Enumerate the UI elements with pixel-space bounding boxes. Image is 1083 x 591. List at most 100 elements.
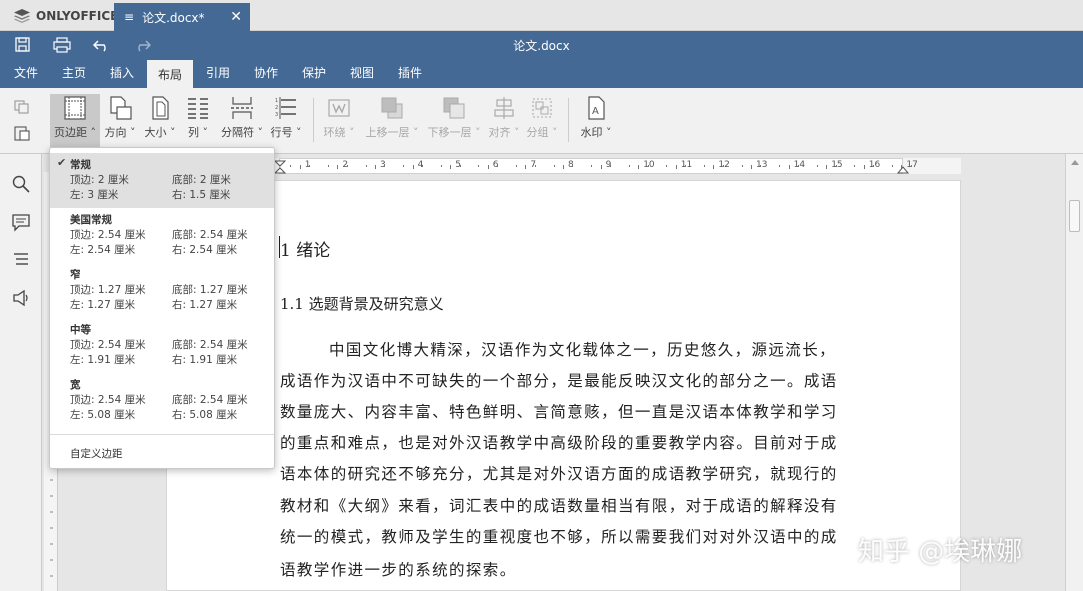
- ruler-tick: [638, 165, 640, 169]
- ruler-tick: [628, 165, 630, 167]
- layout-toolbar: 页边距 ˄ 方向 ˅ 大小 ˅ 列 ˅ 分隔符 ˅ 1 2 3 行号 ˅ 环绕 …: [0, 88, 1083, 154]
- paragraph-line[interactable]: 语本体的研究还不够充分，尤其是对外汉语方面的成语教学研究，就现行的: [280, 462, 838, 484]
- option-name: 中等: [70, 324, 91, 336]
- right-indent-marker-icon[interactable]: [897, 160, 909, 174]
- brand-logo[interactable]: ONLYOFFICE: [14, 9, 118, 23]
- paragraph-line[interactable]: 成语作为汉语中不可缺失的一个部分，是最能反映汉文化的部分之一。成语: [280, 369, 838, 391]
- ruler-number: 15: [831, 160, 843, 170]
- chevron-down-icon: ˅: [345, 126, 355, 139]
- option-top: 顶边: 1.27 厘米: [70, 284, 146, 296]
- custom-margins-item[interactable]: 自定义边距: [70, 446, 123, 461]
- paste-icon[interactable]: [14, 125, 30, 141]
- margin-option-narrow[interactable]: 窄 顶边: 1.27 厘米 底部: 1.27 厘米 左: 1.27 厘米 右: …: [50, 263, 274, 318]
- wrap-button[interactable]: 环绕 ˅: [320, 94, 358, 148]
- menu-protection[interactable]: 保护: [292, 60, 336, 88]
- vertical-scrollbar[interactable]: [1065, 154, 1083, 591]
- bring-forward-button[interactable]: 上移一层 ˅: [362, 94, 422, 148]
- navigation-icon[interactable]: [11, 250, 31, 270]
- ruler-tick: [440, 165, 442, 167]
- chevron-down-icon: ˅: [199, 126, 208, 139]
- heading-1[interactable]: 1 绪论: [280, 236, 330, 261]
- toolbar-separator: [568, 98, 569, 142]
- ruler-tick: [713, 165, 715, 169]
- group-button[interactable]: 分组 ˅: [526, 94, 558, 148]
- menu-references[interactable]: 引用: [196, 60, 240, 88]
- svg-text:3: 3: [275, 112, 278, 118]
- size-label: 大小: [144, 126, 167, 139]
- paragraph-line[interactable]: 教材和《大纲》来看，词汇表中的成语数量相当有限，对于成语的解释没有: [280, 494, 838, 516]
- option-right: 右: 5.08 厘米: [172, 409, 238, 421]
- option-bottom: 底部: 2.54 厘米: [172, 339, 248, 351]
- paragraph-line[interactable]: 的重点和难点，也是对外汉语教学中高级阶段的重要教学内容。目前对于成: [280, 431, 838, 453]
- ruler-tick: [685, 165, 687, 167]
- option-name: 常规: [70, 159, 91, 171]
- breaks-button[interactable]: 分隔符 ˅: [218, 94, 266, 148]
- paragraph-line[interactable]: 中国文化博大精深，汉语作为文化载体之一，历史悠久，源远流长，: [329, 338, 836, 360]
- option-left: 左: 1.91 厘米: [70, 354, 136, 366]
- menu-insert[interactable]: 插入: [100, 60, 144, 88]
- checkmark-icon: ✔: [57, 156, 67, 169]
- ruler-tick: [666, 165, 668, 167]
- svg-text:A: A: [592, 106, 599, 117]
- chevron-down-icon: ˅: [471, 126, 481, 139]
- ruler-tick: [487, 165, 489, 169]
- bring-forward-label: 上移一层: [365, 126, 410, 139]
- ruler-tick: [412, 165, 414, 169]
- document-title: 论文.docx: [513, 39, 570, 53]
- columns-label: 列: [188, 126, 199, 139]
- ruler-tick: [365, 165, 367, 167]
- watermark-label: 水印: [580, 126, 603, 139]
- bring-forward-icon: [381, 97, 403, 119]
- orientation-button[interactable]: 方向 ˅: [103, 94, 137, 148]
- margin-option-normal[interactable]: ✔ 常规 顶边: 2 厘米 底部: 2 厘米 左: 3 厘米 右: 1.5 厘米: [50, 153, 274, 208]
- paragraph-line[interactable]: 语教学作进一步的系统的探索。: [280, 558, 517, 580]
- margins-button[interactable]: 页边距 ˄: [50, 94, 100, 148]
- close-tab-icon[interactable]: ✕: [230, 9, 242, 25]
- margin-option-wide[interactable]: 宽 顶边: 2.54 厘米 底部: 2.54 厘米 左: 5.08 厘米 右: …: [50, 373, 274, 428]
- document-tab[interactable]: ≡ 论文.docx* ✕: [114, 3, 250, 31]
- feedback-icon[interactable]: [11, 288, 31, 308]
- scroll-up-icon[interactable]: [1070, 158, 1080, 166]
- ruler-tick: [863, 165, 865, 169]
- heading-2[interactable]: 1.1 选题背景及研究意义: [280, 293, 444, 314]
- ruler-tick: [816, 165, 818, 167]
- svg-text:1: 1: [275, 98, 278, 104]
- left-indent-marker-icon[interactable]: [274, 160, 286, 174]
- orientation-icon: [110, 96, 132, 120]
- left-panel: [0, 154, 42, 591]
- line-numbers-label: 行号: [270, 126, 293, 139]
- watermark-button[interactable]: A 水印 ˅: [577, 94, 615, 148]
- ruler-tick: [346, 165, 348, 167]
- option-left: 左: 5.08 厘米: [70, 409, 136, 421]
- menu-layout[interactable]: 布局: [147, 60, 193, 88]
- margin-option-moderate[interactable]: 中等 顶边: 2.54 厘米 底部: 2.54 厘米 左: 1.91 厘米 右:…: [50, 318, 274, 373]
- option-name: 宽: [70, 379, 81, 391]
- chevron-down-icon: ˅: [166, 126, 176, 139]
- columns-button[interactable]: 列 ˅: [183, 94, 213, 148]
- menu-home[interactable]: 主页: [52, 60, 96, 88]
- ruler-tick: [760, 165, 762, 167]
- ruler-tick: [873, 165, 875, 167]
- paragraph-line[interactable]: 数量庞大、内容丰富、特色鲜明、言简意赅，但一直是汉语本体教学和学习: [280, 400, 838, 422]
- line-numbers-icon: 123: [275, 97, 296, 119]
- paragraph-line[interactable]: 统一的模式，教师及学生的重视度也不够，所以需要我们对对外汉语中的成: [280, 525, 838, 547]
- menu-view[interactable]: 视图: [340, 60, 384, 88]
- menu-collaboration[interactable]: 协作: [244, 60, 288, 88]
- option-left: 左: 3 厘米: [70, 189, 119, 201]
- margin-option-us-normal[interactable]: 美国常规 顶边: 2.54 厘米 底部: 2.54 厘米 左: 2.54 厘米 …: [50, 208, 274, 263]
- search-icon[interactable]: [11, 174, 31, 194]
- menu-plugins[interactable]: 插件: [388, 60, 432, 88]
- comments-icon[interactable]: [11, 212, 31, 232]
- size-button[interactable]: 大小 ˅: [143, 94, 177, 148]
- send-backward-button[interactable]: 下移一层 ˅: [425, 94, 483, 148]
- ruler-tick: [779, 165, 781, 167]
- line-numbers-button[interactable]: 123 行号 ˅: [269, 94, 303, 148]
- send-backward-label: 下移一层: [427, 126, 472, 139]
- app-window: ONLYOFFICE ≡ 论文.docx* ✕ 论文.docx 文件 主页 插入…: [0, 0, 1083, 591]
- site-watermark: 知乎 @埃琳娜: [858, 537, 1023, 567]
- copy-icon[interactable]: [14, 100, 30, 114]
- scrollbar-thumb[interactable]: [1069, 200, 1080, 232]
- align-button[interactable]: 对齐 ˅: [486, 94, 522, 148]
- menu-file[interactable]: 文件: [4, 60, 48, 88]
- ruler-tick: [290, 165, 292, 167]
